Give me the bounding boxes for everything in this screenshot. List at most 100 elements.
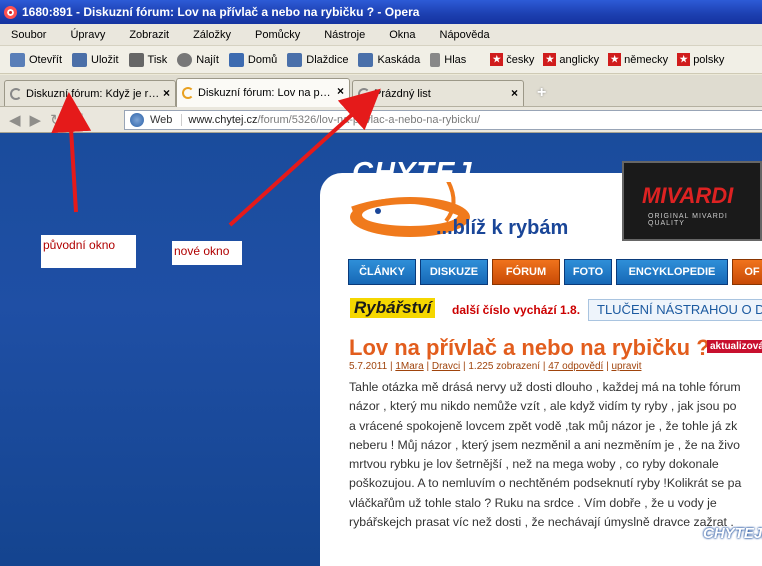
menu-soubor[interactable]: Soubor — [0, 29, 58, 41]
save-icon — [72, 52, 88, 67]
url-path: /forum/5326/lov-na-privlac-a-nebo-na-ryb… — [257, 114, 481, 126]
nav-of[interactable]: OF — [732, 259, 762, 285]
url-domain: www.chytej.cz — [188, 114, 258, 126]
article-meta: 5.7.2011 | 1Mara | Dravci | 1.225 zobraz… — [349, 361, 642, 372]
key-icon[interactable]: ⚿ — [72, 111, 83, 128]
article-line: mrtvou rybku je lov šetrnější , než na m… — [349, 457, 719, 472]
lang-polish-button[interactable]: ★ polsky — [677, 53, 724, 66]
save-label: Uložit — [91, 53, 119, 66]
article-line: neberu ! Můj názor , který jsem nezměnil… — [349, 437, 740, 452]
lang-czech-button[interactable]: ★ česky — [490, 53, 534, 66]
magnifier-icon — [177, 52, 193, 67]
menu-upravy[interactable]: Úpravy — [58, 29, 117, 41]
article-title: Lov na přívlač a nebo na rybičku ? — [349, 335, 710, 360]
mivardi-banner-ad[interactable]: MIVARDI ORIGINAL MIVARDI QUALITY — [622, 161, 762, 241]
find-button[interactable]: Najít — [177, 52, 219, 67]
url-text: www.chytej.cz/forum/5326/lov-na-privlac-… — [188, 114, 480, 126]
banner-subtitle: ORIGINAL MIVARDI QUALITY — [648, 213, 728, 227]
nav-encyklopedie[interactable]: ENCYKLOPEDIE — [616, 259, 728, 285]
globe-icon — [130, 113, 144, 127]
menu-okna[interactable]: Okna — [377, 29, 427, 41]
menu-zalozky[interactable]: Záložky — [181, 29, 243, 41]
back-arrow-icon[interactable]: ◀ — [9, 111, 21, 129]
folder-open-icon — [10, 52, 25, 67]
polish-flag-icon: ★ — [677, 53, 691, 66]
annotation-original-text: původní okno — [43, 238, 116, 252]
nav-forum[interactable]: FÓRUM — [492, 259, 560, 285]
article-edit-link[interactable]: upravit — [611, 361, 641, 372]
address-scheme-label: Web — [150, 114, 183, 126]
site-nav: ČLÁNKY DISKUZE FÓRUM FOTO ENCYKLOPEDIE O… — [348, 259, 762, 285]
home-label: Domů — [247, 53, 278, 66]
tab-forum-lov[interactable]: Diskuzní fórum: Lov na p… × — [176, 78, 350, 107]
opera-logo-icon — [4, 5, 17, 19]
lang-german-button[interactable]: ★ německy — [608, 53, 668, 66]
window-title: 1680:891 - Diskuzní fórum: Lov na přívla… — [22, 5, 420, 19]
article-author-link[interactable]: 1Mara — [395, 361, 423, 372]
nav-clanky[interactable]: ČLÁNKY — [348, 259, 416, 285]
tab-forum-kdyz[interactable]: Diskuzní fórum: Když je r… × — [4, 80, 176, 106]
reload-icon[interactable]: ↻ — [50, 111, 63, 129]
voice-label: Hlas — [444, 53, 467, 66]
article-line: vláčkařům už tohle stalo ? Ruku na srdce… — [349, 495, 717, 510]
tab-blank-page[interactable]: Prázdný list × — [352, 80, 524, 106]
address-bar: ◀ ▶ ↻ ⚿ Web www.chytej.cz/forum/5326/lov… — [0, 107, 762, 133]
article-line: a vrácené spokojeně lovcem zpět vodě ,ta… — [349, 418, 738, 433]
window-titlebar: 1680:891 - Diskuzní fórum: Lov na přívla… — [0, 0, 762, 24]
save-button[interactable]: Uložit — [72, 52, 119, 67]
site-favicon-icon — [182, 87, 194, 99]
page-content: CHYTEJ .CZ ...blíž k rybám MIVARDI ORIGI… — [0, 133, 762, 566]
news-ticker[interactable]: TLUČENÍ NÁSTRAHOU O DNO — [588, 299, 762, 321]
tab-close-icon[interactable]: × — [337, 84, 344, 98]
nav-diskuze[interactable]: DISKUZE — [420, 259, 488, 285]
open-label: Otevřít — [29, 53, 63, 66]
find-label: Najít — [196, 53, 219, 66]
print-label: Tisk — [147, 53, 168, 66]
voice-button[interactable]: Hlas — [430, 52, 467, 67]
article-category-link[interactable]: Dravci — [432, 361, 460, 372]
home-button[interactable]: Domů — [228, 52, 278, 67]
menu-bar: Soubor Úpravy Zobrazit Záložky Pomůcky N… — [0, 24, 762, 46]
tab-close-icon[interactable]: × — [511, 86, 518, 100]
article-line: Tahle otázka mě drásá nervy už dosti dlo… — [349, 380, 741, 394]
site-watermark: CHYTEJ.CZ — [703, 525, 762, 542]
print-button[interactable]: Tisk — [128, 52, 168, 67]
menu-pomucky[interactable]: Pomůcky — [243, 29, 312, 41]
magazine-issue-note: další číslo vychází 1.8. — [452, 303, 581, 317]
url-field[interactable]: Web www.chytej.cz/forum/5326/lov-na-priv… — [124, 110, 762, 130]
new-tab-icon[interactable]: + — [537, 84, 546, 102]
czech-flag-icon: ★ — [490, 53, 504, 66]
tab-label: Prázdný list — [374, 87, 431, 100]
cascade-icon — [358, 52, 374, 67]
tile-icon — [287, 52, 303, 67]
tab-bar: Diskuzní fórum: Když je r… × Diskuzní fó… — [0, 75, 762, 107]
menu-napoveda[interactable]: Nápověda — [428, 29, 502, 41]
lang-english-label: anglicky — [559, 53, 600, 66]
article-replies-link[interactable]: 47 odpovědí — [548, 361, 603, 372]
site-logo[interactable]: CHYTEJ .CZ ...blíž k rybám — [348, 149, 588, 249]
tile-button[interactable]: Dlaždice — [287, 52, 349, 67]
lang-polish-label: polsky — [693, 53, 725, 66]
article-line: rybářskejch prasat víc než dosti , že ne… — [349, 515, 734, 530]
banner-brand: MIVARDI — [642, 183, 734, 208]
loading-spinner-icon — [358, 87, 370, 100]
forward-arrow-icon[interactable]: ▶ — [30, 111, 42, 129]
tile-label: Dlaždice — [306, 53, 349, 66]
magazine-logo[interactable]: Rybářství — [350, 298, 436, 318]
article-body: Tahle otázka mě drásá nervy už dosti dlo… — [349, 378, 762, 532]
lang-english-button[interactable]: ★ anglicky — [543, 53, 599, 66]
german-flag-icon: ★ — [608, 53, 622, 66]
nav-foto[interactable]: FOTO — [564, 259, 612, 285]
annotation-new-window: nové okno — [172, 241, 242, 265]
menu-zobrazit[interactable]: Zobrazit — [117, 29, 181, 41]
logo-domain: .CZ — [453, 176, 474, 191]
article-views: 1.225 zobrazení — [468, 361, 541, 372]
cascade-button[interactable]: Kaskáda — [358, 52, 420, 67]
menu-nastroje[interactable]: Nástroje — [312, 29, 377, 41]
open-button[interactable]: Otevřít — [10, 52, 63, 67]
site-tagline: ...blíž k rybám — [436, 217, 569, 239]
toolbar: Otevřít Uložit Tisk Najít Domů Dlaždice … — [0, 46, 762, 74]
annotation-original-window: původní okno — [41, 235, 136, 268]
annotation-new-text: nové okno — [174, 244, 230, 258]
tab-close-icon[interactable]: × — [163, 86, 170, 100]
